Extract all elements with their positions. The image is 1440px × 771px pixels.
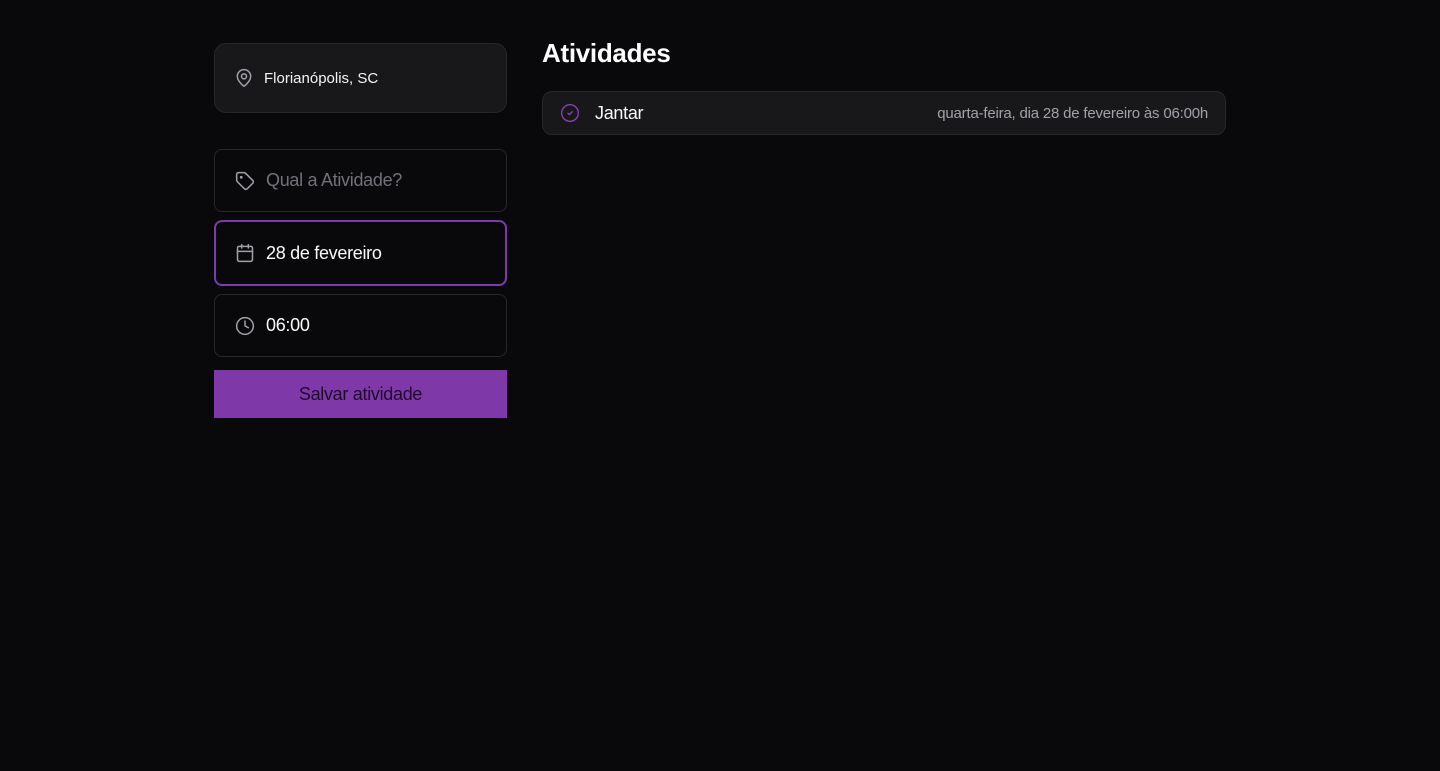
- activity-input[interactable]: [266, 170, 486, 191]
- activity-list-item[interactable]: Jantar quarta-feira, dia 28 de fevereiro…: [542, 91, 1226, 135]
- location-label: Florianópolis, SC: [264, 69, 379, 87]
- time-field[interactable]: [214, 294, 507, 357]
- date-input[interactable]: [266, 242, 486, 264]
- check-circle-icon[interactable]: [560, 103, 580, 123]
- activities-section: Atividades Jantar quarta-feira, dia 28 d…: [542, 36, 1226, 135]
- activity-datetime: quarta-feira, dia 28 de fevereiro às 06:…: [937, 104, 1208, 122]
- map-pin-icon: [234, 68, 254, 88]
- left-column: Florianópolis, SC Qual a Atividade? 28 d…: [214, 43, 507, 418]
- save-activity-button[interactable]: Salvar atividade: [214, 370, 507, 418]
- app-root: Florianópolis, SC Qual a Atividade? 28 d…: [0, 0, 1440, 771]
- time-input[interactable]: [266, 315, 486, 336]
- clock-icon: [235, 316, 255, 336]
- tag-icon: [235, 171, 255, 191]
- activities-title: Atividades: [542, 38, 671, 68]
- activity-field[interactable]: [214, 149, 507, 212]
- activity-name: Jantar: [595, 102, 644, 123]
- location-card: Florianópolis, SC: [214, 43, 507, 113]
- calendar-icon: [235, 243, 255, 263]
- date-field[interactable]: [214, 220, 507, 286]
